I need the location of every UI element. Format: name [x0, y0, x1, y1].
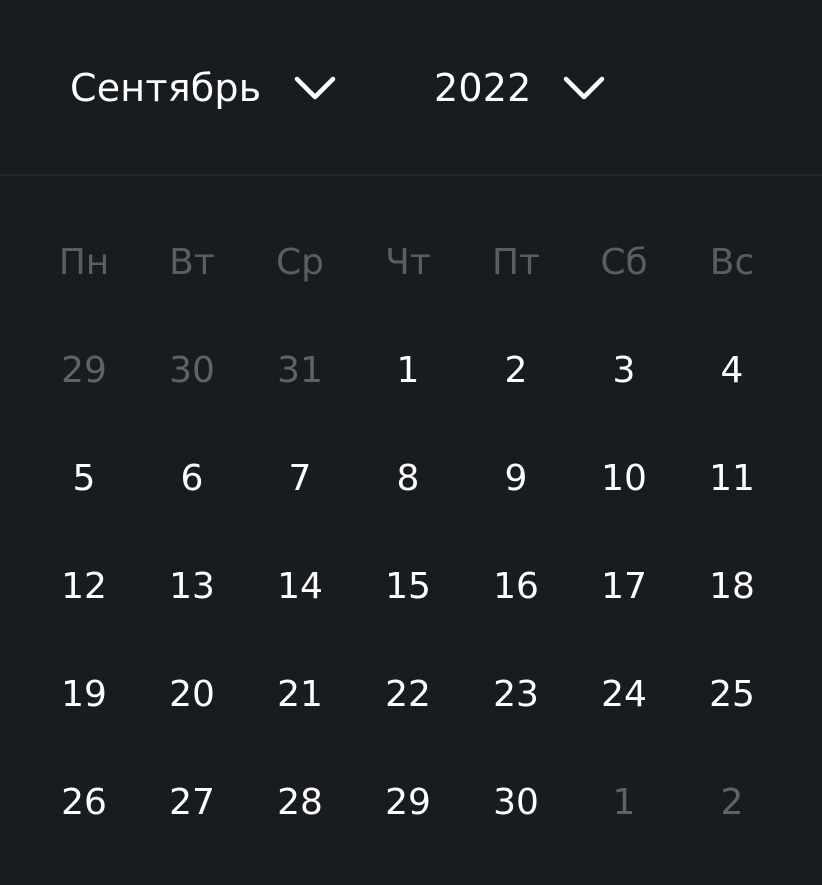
date-picker: Сентябрь 2022 Пн Вт Ср Чт Пт Сб Вс 29 30… [0, 0, 822, 885]
day-cell[interactable]: 15 [354, 566, 462, 607]
day-cell[interactable]: 5 [30, 458, 138, 499]
week-row: 26 27 28 29 30 1 2 [30, 748, 786, 856]
day-cell[interactable]: 28 [246, 782, 354, 823]
calendar-grid: Пн Вт Ср Чт Пт Сб Вс 29 30 31 1 2 3 4 5 … [30, 208, 786, 856]
day-cell[interactable]: 29 [30, 350, 138, 391]
day-cell[interactable]: 24 [570, 674, 678, 715]
day-cell[interactable]: 1 [354, 350, 462, 391]
day-cell[interactable]: 23 [462, 674, 570, 715]
week-row: 29 30 31 1 2 3 4 [30, 316, 786, 424]
day-cell[interactable]: 8 [354, 458, 462, 499]
week-row: 12 13 14 15 16 17 18 [30, 532, 786, 640]
weekday-label: Ср [276, 241, 324, 283]
week-row: 5 6 7 8 9 10 11 [30, 424, 786, 532]
day-cell[interactable]: 20 [138, 674, 246, 715]
day-cell[interactable]: 7 [246, 458, 354, 499]
month-label: Сентябрь [70, 66, 262, 110]
day-cell[interactable]: 14 [246, 566, 354, 607]
day-cell[interactable]: 6 [138, 458, 246, 499]
month-dropdown[interactable]: Сентябрь [70, 56, 337, 120]
day-cell[interactable]: 27 [138, 782, 246, 823]
weekday-label: Пт [491, 241, 541, 283]
day-cell[interactable]: 2 [678, 782, 786, 823]
week-row: 19 20 21 22 23 24 25 [30, 640, 786, 748]
day-cell[interactable]: 25 [678, 674, 786, 715]
day-cell[interactable]: 22 [354, 674, 462, 715]
weekday-label: Пн [58, 241, 110, 283]
weekday-row: Пн Вт Ср Чт Пт Сб Вс [30, 208, 786, 316]
day-cell[interactable]: 13 [138, 566, 246, 607]
calendar-header: Сентябрь 2022 [0, 0, 822, 176]
day-cell[interactable]: 26 [30, 782, 138, 823]
day-cell[interactable]: 30 [138, 350, 246, 391]
year-dropdown[interactable]: 2022 [434, 56, 606, 120]
day-cell[interactable]: 4 [678, 350, 786, 391]
day-cell[interactable]: 29 [354, 782, 462, 823]
chevron-down-icon [295, 76, 336, 100]
day-cell[interactable]: 19 [30, 674, 138, 715]
weekday-label: Вс [709, 241, 755, 283]
day-cell[interactable]: 21 [246, 674, 354, 715]
day-cell[interactable]: 31 [246, 350, 354, 391]
year-label: 2022 [434, 66, 532, 110]
weekday-label: Чт [385, 241, 431, 283]
day-cell[interactable]: 16 [462, 566, 570, 607]
day-cell[interactable]: 11 [678, 458, 786, 499]
day-cell[interactable]: 1 [570, 782, 678, 823]
day-cell[interactable]: 3 [570, 350, 678, 391]
weekday-label: Вт [169, 241, 215, 283]
day-cell[interactable]: 9 [462, 458, 570, 499]
day-cell[interactable]: 2 [462, 350, 570, 391]
header-divider [0, 174, 822, 176]
day-cell[interactable]: 10 [570, 458, 678, 499]
chevron-down-icon [563, 76, 604, 100]
day-cell[interactable]: 18 [678, 566, 786, 607]
day-cell[interactable]: 30 [462, 782, 570, 823]
weekday-label: Сб [600, 241, 648, 283]
day-cell[interactable]: 17 [570, 566, 678, 607]
day-cell[interactable]: 12 [30, 566, 138, 607]
